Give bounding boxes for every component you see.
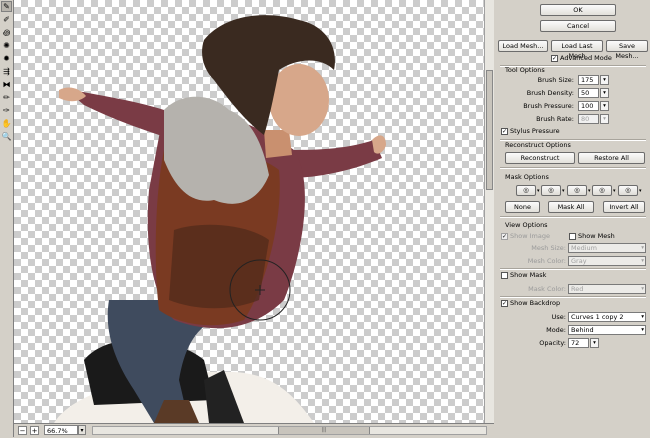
- chevron-down-icon: ▾: [641, 245, 644, 251]
- subtract-from-selection-icon[interactable]: ◎: [567, 185, 587, 196]
- use-label: Use:: [551, 313, 566, 321]
- options-panel: OK Cancel Load Mesh... Load Last Mesh Sa…: [494, 0, 650, 437]
- brush-pressure-input[interactable]: 100: [578, 101, 599, 111]
- restore-all-button[interactable]: Restore All: [578, 152, 645, 164]
- tools-panel: ✎ ✐ ꩜ ✺ ✹ ⇶ ⧓ ✏ ✑ ✋ 🔍: [0, 0, 14, 437]
- intersect-selection-icon[interactable]: ◎: [592, 185, 612, 196]
- brush-pressure-dropdown[interactable]: ▾: [600, 101, 609, 111]
- mask-color-value: Red: [571, 285, 584, 293]
- show-mask-checkbox[interactable]: [501, 272, 508, 279]
- forward-warp-tool-icon[interactable]: ✎: [1, 1, 12, 12]
- freeze-mask-tool-icon[interactable]: ✏: [1, 92, 12, 103]
- use-value: Curves 1 copy 2: [571, 313, 624, 321]
- horizontal-scrollbar[interactable]: |||: [92, 426, 487, 435]
- tool-options-title: Tool Options: [505, 66, 545, 74]
- stylus-pressure-label: Stylus Pressure: [510, 127, 560, 135]
- chevron-down-icon: ▾: [641, 327, 644, 333]
- show-mesh-checkbox[interactable]: [569, 233, 576, 240]
- right-hand: [372, 135, 386, 154]
- mask-all-button[interactable]: Mask All: [548, 201, 594, 213]
- show-mask-label: Show Mask: [510, 271, 547, 279]
- replace-selection-icon[interactable]: ◎: [516, 185, 536, 196]
- mask-color-label: Mask Color:: [528, 285, 566, 293]
- mode-value: Behind: [571, 326, 594, 334]
- zoom-in-button[interactable]: +: [30, 426, 39, 435]
- preview-canvas[interactable]: [14, 0, 484, 423]
- mesh-size-select: Medium ▾: [568, 243, 646, 253]
- show-backdrop-label: Show Backdrop: [510, 299, 561, 307]
- zoom-level-field[interactable]: 66.7%: [44, 425, 78, 435]
- chevron-down-icon: ▾: [641, 258, 644, 264]
- mask-none-button[interactable]: None: [505, 201, 540, 213]
- pucker-tool-icon[interactable]: ✺: [1, 40, 12, 51]
- stylus-pressure-checkbox[interactable]: ✓: [501, 128, 508, 135]
- push-left-tool-icon[interactable]: ⇶: [1, 66, 12, 77]
- horizontal-scroll-thumb[interactable]: |||: [278, 427, 370, 434]
- brush-density-label: Brush Density:: [526, 89, 574, 97]
- brush-size-input[interactable]: 175: [578, 75, 599, 85]
- chevron-down-icon: ▾: [641, 314, 644, 320]
- mask-options-title: Mask Options: [505, 173, 549, 181]
- divider: [500, 296, 646, 298]
- opacity-dropdown[interactable]: ▾: [590, 338, 599, 348]
- mode-select[interactable]: Behind ▾: [568, 325, 646, 335]
- subject-cutout-image: [54, 15, 386, 423]
- reconstruct-options-title: Reconstruct Options: [505, 141, 571, 149]
- brush-density-input[interactable]: 50: [578, 88, 599, 98]
- ok-button[interactable]: OK: [540, 4, 616, 16]
- mesh-color-select: Gray ▾: [568, 256, 646, 266]
- view-options-title: View Options: [505, 221, 548, 229]
- divider: [500, 167, 646, 169]
- thaw-mask-tool-icon[interactable]: ✑: [1, 105, 12, 116]
- brush-rate-dropdown: ▾: [600, 114, 609, 124]
- save-mesh-button[interactable]: Save Mesh...: [606, 40, 648, 60]
- show-backdrop-checkbox[interactable]: ✓: [501, 300, 508, 307]
- zoom-out-button[interactable]: −: [18, 426, 27, 435]
- advanced-mode-label: Advanced Mode: [560, 54, 612, 62]
- divider: [500, 268, 646, 270]
- show-image-checkbox: ✓: [501, 233, 508, 240]
- cancel-button[interactable]: Cancel: [540, 20, 616, 32]
- mirror-tool-icon[interactable]: ⧓: [1, 79, 12, 90]
- reconstruct-button[interactable]: Reconstruct: [505, 152, 575, 164]
- mesh-size-value: Medium: [571, 244, 597, 252]
- bloat-tool-icon[interactable]: ✹: [1, 53, 12, 64]
- load-last-mesh-button[interactable]: Load Last Mesh: [551, 40, 603, 60]
- opacity-label: Opacity:: [539, 339, 566, 347]
- brush-size-dropdown[interactable]: ▾: [600, 75, 609, 85]
- divider: [500, 216, 646, 218]
- show-mesh-label: Show Mesh: [578, 232, 615, 240]
- brush-density-dropdown[interactable]: ▾: [600, 88, 609, 98]
- brush-rate-label: Brush Rate:: [536, 115, 574, 123]
- mesh-size-label: Mesh Size:: [531, 244, 566, 252]
- opacity-input[interactable]: 72: [568, 338, 589, 348]
- reconstruct-tool-icon[interactable]: ✐: [1, 14, 12, 25]
- zoom-tool-icon[interactable]: 🔍: [1, 131, 12, 142]
- mesh-color-value: Gray: [571, 257, 587, 265]
- mode-label: Mode:: [546, 326, 566, 334]
- invert-all-button[interactable]: Invert All: [603, 201, 645, 213]
- hand-tool-icon[interactable]: ✋: [1, 118, 12, 129]
- chainmail: [169, 224, 269, 309]
- show-image-label: Show Image: [510, 232, 550, 240]
- chevron-down-icon: ▾: [641, 286, 644, 292]
- status-bar: − + 66.7% ▾ |||: [14, 423, 494, 438]
- brush-pressure-label: Brush Pressure:: [523, 102, 574, 110]
- load-mesh-button[interactable]: Load Mesh...: [498, 40, 548, 52]
- neck: [264, 130, 292, 158]
- zoom-dropdown-button[interactable]: ▾: [78, 425, 86, 435]
- mask-color-select: Red ▾: [568, 284, 646, 294]
- brush-rate-input: 80: [578, 114, 599, 124]
- mesh-color-label: Mesh Color:: [527, 257, 566, 265]
- twirl-clockwise-tool-icon[interactable]: ꩜: [1, 27, 12, 38]
- advanced-mode-checkbox[interactable]: ✓: [551, 55, 558, 62]
- use-select[interactable]: Curves 1 copy 2 ▾: [568, 312, 646, 322]
- invert-selection-icon[interactable]: ◎: [618, 185, 638, 196]
- brush-size-label: Brush Size:: [537, 76, 574, 84]
- vertical-scroll-thumb[interactable]: [486, 70, 493, 190]
- add-to-selection-icon[interactable]: ◎: [541, 185, 561, 196]
